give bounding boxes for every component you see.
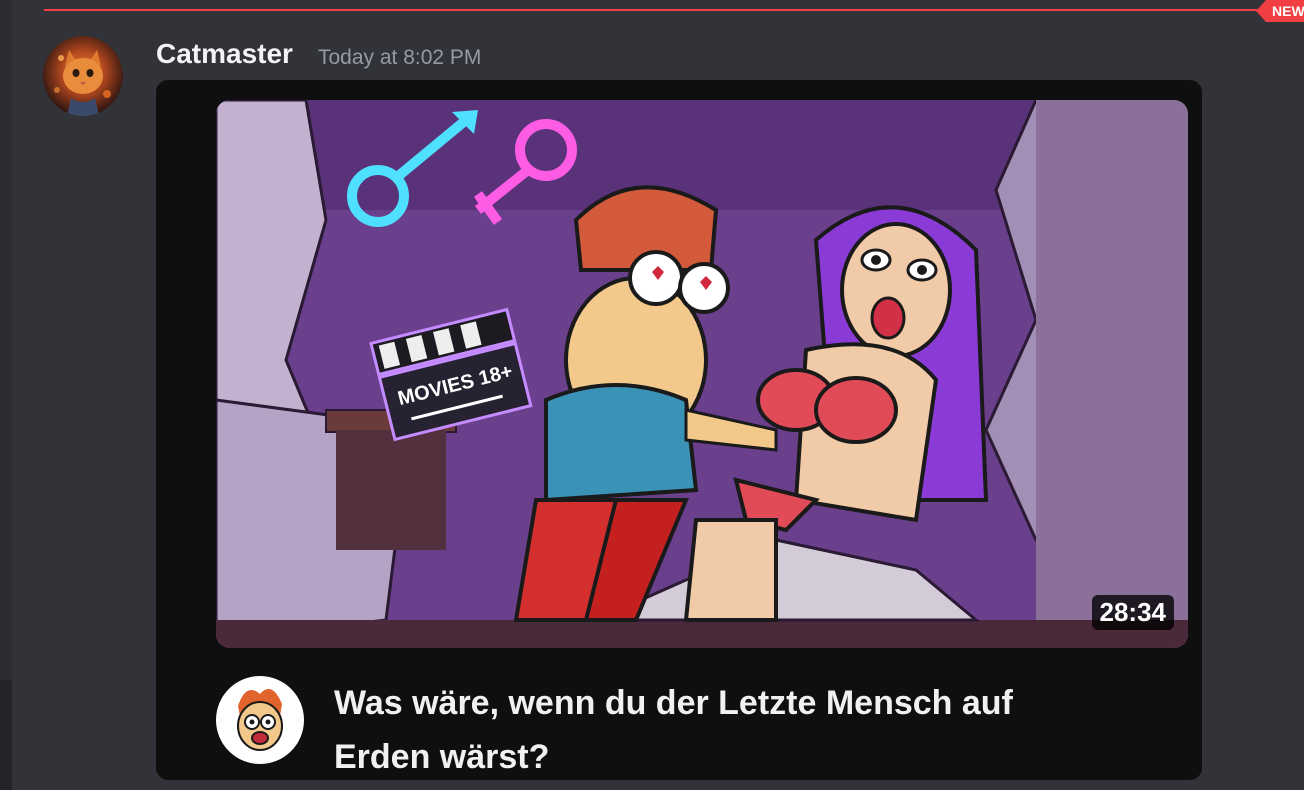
video-title[interactable]: Was wäre, wenn du der Letzte Mensch auf …	[334, 676, 1114, 780]
new-messages-divider	[44, 9, 1262, 11]
author-name[interactable]: Catmaster	[156, 38, 293, 70]
channel-avatar-icon	[237, 688, 283, 751]
sidebar-edge	[0, 0, 12, 790]
video-embed: MOVIES 18+ 28:34 Was wäre, wenn du der L…	[156, 80, 1202, 780]
message-timestamp: Today at 8:02 PM	[318, 46, 482, 69]
sidebar-edge-lower	[0, 680, 12, 790]
new-badge: NEW	[1256, 0, 1304, 22]
avatar[interactable]	[43, 36, 123, 116]
channel-avatar[interactable]	[216, 676, 304, 764]
cat-avatar-icon	[54, 50, 111, 116]
video-duration: 28:34	[1091, 595, 1174, 630]
thumbnail-illustration: MOVIES 18+	[216, 100, 1188, 648]
video-thumbnail[interactable]: MOVIES 18+ 28:34	[216, 100, 1188, 648]
